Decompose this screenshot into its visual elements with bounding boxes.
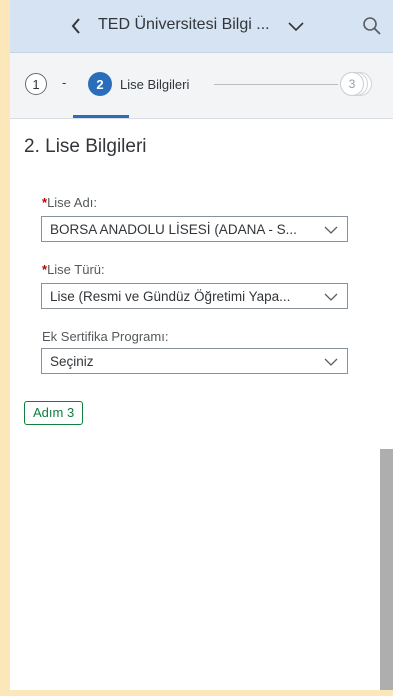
school-name-select[interactable]: BORSA ANADOLU LİSESİ (ADANA - S... <box>41 216 348 242</box>
title-menu-button[interactable] <box>286 18 306 36</box>
certificate-program-select[interactable]: Seçiniz <box>41 348 348 374</box>
chevron-left-icon <box>71 18 80 34</box>
school-type-label: *Lise Türü: <box>42 262 105 277</box>
wizard-step-line <box>214 84 338 85</box>
app-title[interactable]: TED Üniversitesi Bilgi ... <box>98 16 270 34</box>
school-type-select[interactable]: Lise (Resmi ve Gündüz Öğretimi Yapa... <box>41 283 348 309</box>
scrollbar[interactable] <box>380 449 393 690</box>
chevron-down-icon <box>324 293 338 301</box>
section-title: 2. Lise Bilgileri <box>24 136 147 157</box>
chevron-down-icon <box>324 358 338 366</box>
app-frame: TED Üniversitesi Bilgi ... 1 - 2 Lise Bi… <box>10 0 393 690</box>
search-button[interactable] <box>360 14 384 38</box>
school-name-label: *Lise Adı: <box>42 195 97 210</box>
chevron-down-icon <box>324 226 338 234</box>
school-name-label-text: Lise Adı: <box>47 195 97 210</box>
school-type-value: Lise (Resmi ve Gündüz Öğretimi Yapa... <box>50 289 291 304</box>
wizard-step-2[interactable]: 2 <box>88 72 112 96</box>
wizard-step-1[interactable]: 1 <box>25 73 47 95</box>
certificate-program-label-text: Ek Sertifika Programı: <box>42 329 169 344</box>
certificate-program-label: Ek Sertifika Programı: <box>42 329 168 344</box>
header-bar: TED Üniversitesi Bilgi ... <box>10 0 393 53</box>
school-name-value: BORSA ANADOLU LİSESİ (ADANA - S... <box>50 222 297 237</box>
wizard-separator: - <box>62 75 67 90</box>
chevron-down-icon <box>288 22 304 32</box>
school-type-label-text: Lise Türü: <box>47 262 105 277</box>
certificate-program-value: Seçiniz <box>50 354 94 369</box>
wizard-step-2-label: Lise Bilgileri <box>120 77 190 92</box>
bottom-strip <box>0 690 393 696</box>
wizard-step-3[interactable]: 3 <box>340 72 364 96</box>
search-icon <box>363 17 381 35</box>
wizard-progress: 1 - 2 Lise Bilgileri 3 <box>10 53 393 119</box>
active-step-indicator <box>73 115 129 118</box>
back-button[interactable] <box>64 14 88 38</box>
next-step-button[interactable]: Adım 3 <box>24 401 84 425</box>
